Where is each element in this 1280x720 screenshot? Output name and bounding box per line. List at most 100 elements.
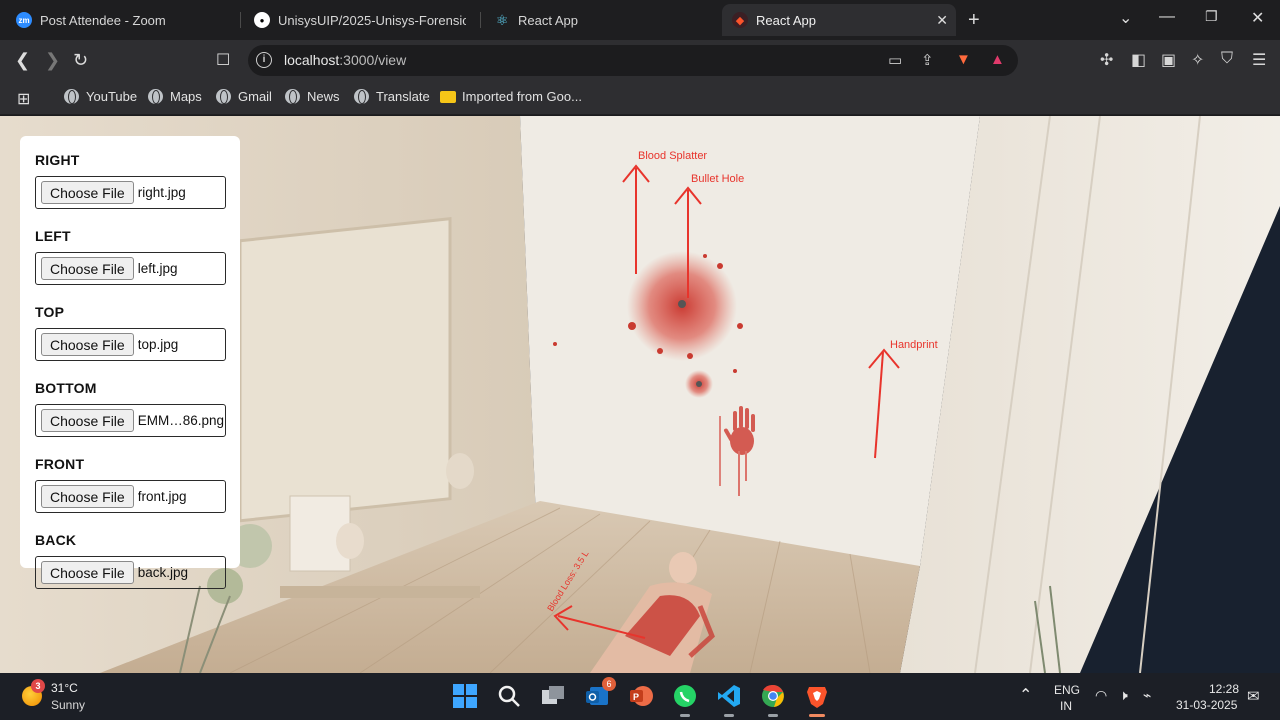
tab-react-app-active[interactable]: ◆ React App ✕ <box>722 4 956 36</box>
choose-file-button[interactable]: Choose File <box>41 181 134 204</box>
zoom-icon: zm <box>16 12 32 28</box>
globe-icon <box>216 89 231 104</box>
field-label-front: FRONT <box>35 456 85 472</box>
tab-zoom[interactable]: zm Post Attendee - Zoom <box>6 4 238 36</box>
tab-search-chevron-icon[interactable]: ⌄ <box>1119 8 1132 28</box>
choose-file-button[interactable]: Choose File <box>41 561 134 584</box>
bookmark-imported-folder[interactable]: Imported from Goo... <box>440 89 582 104</box>
volume-muted-icon[interactable]: 🕨 <box>1119 687 1128 704</box>
file-input-top[interactable]: Choose File top.jpg <box>35 328 226 361</box>
battery-charging-icon[interactable]: ⌁ <box>1143 687 1151 704</box>
reload-icon[interactable]: ↻ <box>73 50 88 71</box>
close-tab-icon[interactable]: ✕ <box>936 12 948 29</box>
bookmark-gmail[interactable]: Gmail <box>216 89 272 104</box>
selected-file-name: front.jpg <box>137 489 187 504</box>
language-indicator[interactable]: ENG <box>1054 683 1080 697</box>
clock-date[interactable]: 31-03-2025 <box>1176 698 1237 712</box>
running-indicator <box>768 714 778 717</box>
blood-splatter-label: Blood Splatter <box>638 150 707 162</box>
selected-file-name: EMM…86.png <box>137 413 224 428</box>
vscode-icon[interactable] <box>716 683 742 717</box>
choose-file-button[interactable]: Choose File <box>41 485 134 508</box>
globe-icon <box>285 89 300 104</box>
react-icon: ⚛ <box>495 11 509 28</box>
outlook-icon[interactable]: 6 <box>584 677 616 709</box>
vpn-icon[interactable]: ⛉ <box>1221 50 1233 68</box>
tab-github[interactable]: ● UnisysUIP/2025-Unisys-Forensic360 <box>244 4 476 36</box>
file-input-front[interactable]: Choose File front.jpg <box>35 480 226 513</box>
bookmark-translate[interactable]: Translate <box>354 89 430 104</box>
tab-divider <box>480 12 481 28</box>
field-label-left: LEFT <box>35 228 71 244</box>
tray-overflow-chevron-icon[interactable]: ⌃ <box>1019 685 1032 705</box>
task-view-icon[interactable] <box>540 683 566 709</box>
file-input-left[interactable]: Choose File left.jpg <box>35 252 226 285</box>
close-window-icon[interactable]: ✕ <box>1251 8 1264 28</box>
bookmarks-bar: ⊞ YouTube Maps Gmail News Translate Impo… <box>0 82 1280 115</box>
minimize-icon[interactable]: — <box>1159 8 1175 26</box>
brave-rewards-icon[interactable]: ▲ <box>990 51 1005 68</box>
weather-condition[interactable]: Sunny <box>51 698 85 712</box>
tab-title: React App <box>518 12 578 28</box>
site-info-icon[interactable]: i <box>256 52 272 68</box>
address-bar[interactable]: i localhost:3000/view ▭ ⇪ ▼ ▲ <box>248 45 1018 76</box>
apps-grid-icon[interactable]: ⊞ <box>17 89 30 109</box>
file-input-right[interactable]: Choose File right.jpg <box>35 176 226 209</box>
bookmark-news[interactable]: News <box>285 89 340 104</box>
globe-icon <box>148 89 163 104</box>
panorama-viewport[interactable]: Blood Splatter Bullet Hole Handprint Blo… <box>0 116 1280 673</box>
forward-icon[interactable]: ❯ <box>45 50 60 71</box>
extensions-icon[interactable]: ✣ <box>1100 50 1113 70</box>
whatsapp-icon[interactable] <box>672 683 698 717</box>
notifications-icon[interactable]: ✉ <box>1247 687 1260 705</box>
choose-file-button[interactable]: Choose File <box>41 257 134 280</box>
weather-temperature[interactable]: 31°C <box>51 681 78 695</box>
tab-react-app[interactable]: ⚛ React App <box>484 4 716 36</box>
clock-time[interactable]: 12:28 <box>1209 682 1239 696</box>
cast-icon[interactable]: ▭ <box>888 51 902 69</box>
new-tab-icon[interactable]: + <box>968 9 980 32</box>
tab-title: React App <box>756 12 816 28</box>
bookmark-icon[interactable]: ☐ <box>216 50 230 70</box>
back-icon[interactable]: ❮ <box>15 50 30 71</box>
wifi-icon[interactable]: ◠ <box>1095 687 1107 704</box>
selected-file-name: left.jpg <box>137 261 178 276</box>
windows-taskbar: 3 31°C Sunny 6 P ⌃ ENG IN ◠ 🕨 ⌁ 12:28 31… <box>0 673 1280 720</box>
tab-title: UnisysUIP/2025-Unisys-Forensic360 <box>278 12 466 28</box>
selected-file-name: right.jpg <box>137 185 186 200</box>
choose-file-button[interactable]: Choose File <box>41 333 134 356</box>
wallet-icon[interactable]: ▣ <box>1161 50 1176 70</box>
url-text[interactable]: localhost:3000/view <box>284 52 406 68</box>
outlook-badge: 6 <box>602 677 616 691</box>
selected-file-name: top.jpg <box>137 337 179 352</box>
folder-icon <box>440 90 456 103</box>
bookmark-youtube[interactable]: YouTube <box>64 89 137 104</box>
github-icon: ● <box>254 12 270 28</box>
brave-icon: ◆ <box>732 12 748 28</box>
handprint-label: Handprint <box>890 339 938 351</box>
choose-file-button[interactable]: Choose File <box>41 409 134 432</box>
field-label-right: RIGHT <box>35 152 80 168</box>
file-input-back[interactable]: Choose File back.jpg <box>35 556 226 589</box>
powerpoint-icon[interactable]: P <box>628 683 654 709</box>
globe-icon <box>354 89 369 104</box>
file-input-bottom[interactable]: Choose File EMM…86.png <box>35 404 226 437</box>
search-icon[interactable] <box>496 683 522 709</box>
active-indicator <box>809 714 825 717</box>
bookmark-maps[interactable]: Maps <box>148 89 202 104</box>
running-indicator <box>724 714 734 717</box>
leo-ai-icon[interactable]: ✧ <box>1191 50 1204 70</box>
browser-toolbar: ❮ ❯ ↻ ☐ i localhost:3000/view ▭ ⇪ ▼ ▲ ✣ … <box>0 40 1280 82</box>
brave-icon[interactable] <box>804 683 830 717</box>
chrome-icon[interactable] <box>760 683 786 717</box>
restore-icon[interactable]: ❐ <box>1205 8 1218 25</box>
start-icon[interactable] <box>452 683 478 709</box>
field-label-back: BACK <box>35 532 77 548</box>
menu-icon[interactable]: ☰ <box>1252 50 1266 70</box>
language-region[interactable]: IN <box>1060 699 1072 713</box>
share-icon[interactable]: ⇪ <box>921 51 934 69</box>
running-indicator <box>680 714 690 717</box>
sidebar-icon[interactable]: ◧ <box>1131 50 1146 70</box>
brave-shields-icon[interactable]: ▼ <box>956 51 971 68</box>
tab-divider <box>240 12 241 28</box>
